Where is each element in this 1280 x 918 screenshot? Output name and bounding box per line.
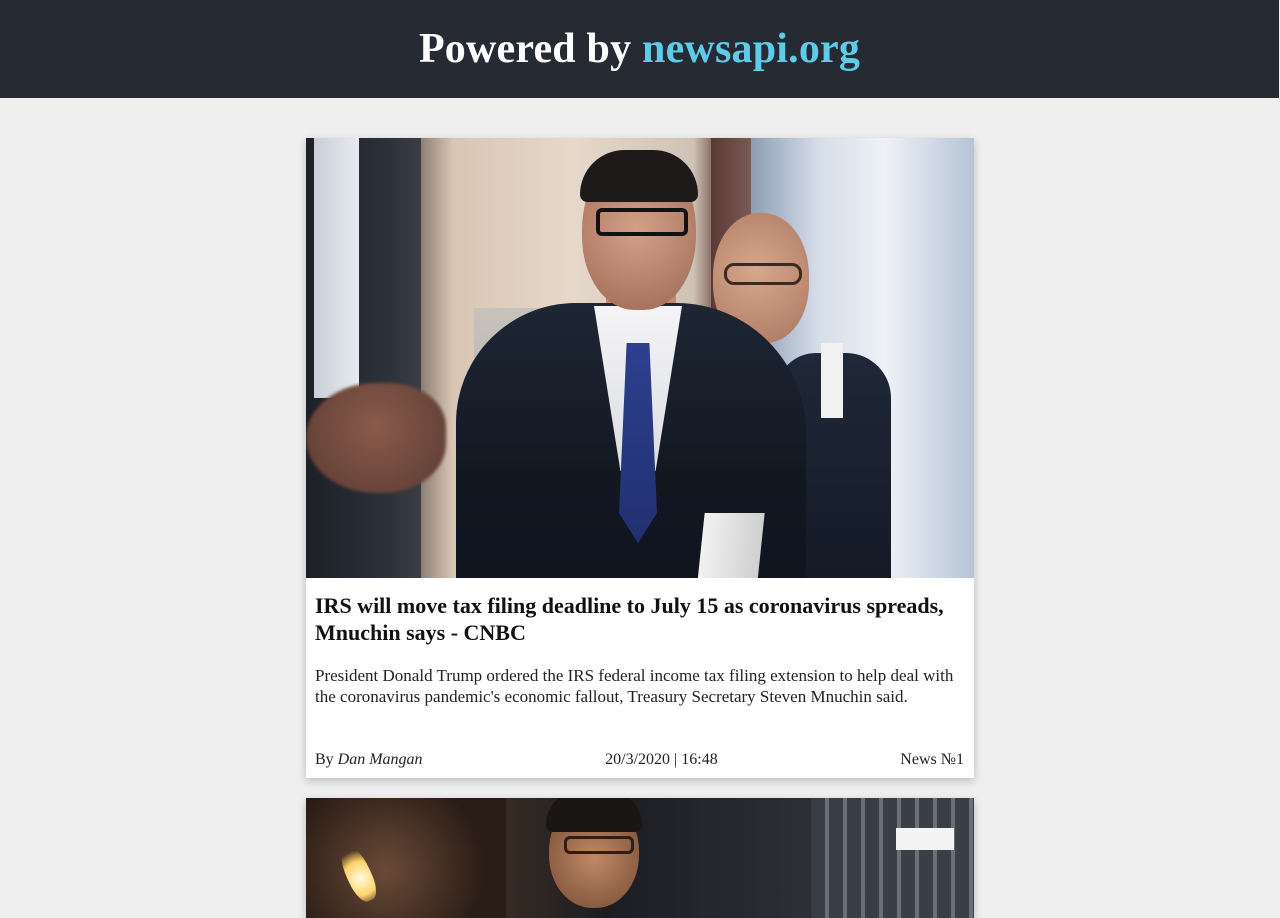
news-card[interactable]: IRS will move tax filing deadline to Jul… bbox=[306, 138, 974, 778]
photo-detail bbox=[564, 836, 634, 854]
news-card[interactable] bbox=[306, 798, 974, 918]
photo-detail bbox=[306, 383, 446, 493]
photo-detail bbox=[306, 798, 506, 918]
page-title: Powered by newsapi.org bbox=[419, 25, 860, 73]
photo-detail bbox=[314, 138, 359, 398]
photo-detail bbox=[811, 798, 974, 918]
photo-detail bbox=[821, 343, 843, 418]
photo-detail bbox=[546, 798, 642, 832]
photo-detail bbox=[896, 828, 954, 850]
article-meta: By Dan Mangan 20/3/2020 | 16:48 News №1 bbox=[315, 751, 964, 769]
byline-label: By bbox=[315, 751, 338, 768]
photo-detail bbox=[724, 263, 802, 285]
article-author: Dan Mangan bbox=[337, 751, 423, 768]
powered-by-label: Powered by bbox=[418, 26, 643, 72]
photo-detail bbox=[596, 208, 688, 236]
photo-detail bbox=[580, 150, 698, 202]
site-header: Powered by newsapi.org bbox=[0, 0, 1279, 98]
card-body: IRS will move tax filing deadline to Jul… bbox=[306, 578, 974, 707]
article-title[interactable]: IRS will move tax filing deadline to Jul… bbox=[315, 592, 964, 646]
article-description: President Donald Trump ordered the IRS f… bbox=[315, 666, 954, 706]
article-image[interactable] bbox=[306, 138, 974, 578]
article-datetime: 20/3/2020 | 16:48 bbox=[605, 751, 718, 768]
photo-detail bbox=[697, 513, 765, 578]
newsapi-link[interactable]: newsapi.org bbox=[642, 26, 860, 72]
article-image[interactable] bbox=[306, 798, 974, 918]
article-number: News №1 bbox=[900, 751, 964, 768]
article-byline: By Dan Mangan bbox=[315, 751, 423, 769]
